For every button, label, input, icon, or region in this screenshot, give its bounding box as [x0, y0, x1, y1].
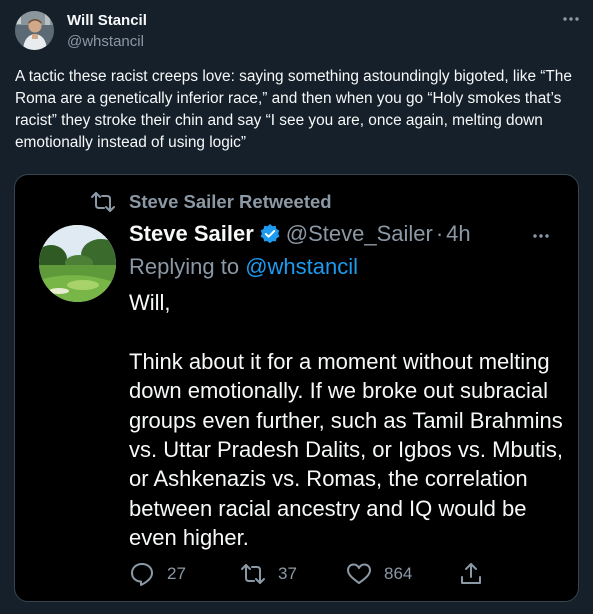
replying-to-handle[interactable]: @whstancil	[245, 254, 358, 279]
quoted-header: Steve Sailer @Steve_Sailer · 4h	[129, 221, 471, 247]
retweet-icon	[241, 564, 265, 584]
reply-icon	[131, 563, 153, 586]
quoted-timestamp[interactable]: 4h	[446, 221, 470, 247]
like-count: 864	[384, 564, 413, 583]
replying-to-prefix: Replying to	[129, 254, 240, 279]
quoted-avatar-image	[39, 225, 116, 302]
tweet-text: A tactic these racist creeps love: sayin…	[15, 68, 572, 151]
author-avatar[interactable]	[15, 11, 54, 50]
quoted-more-options-icon[interactable]	[530, 225, 552, 247]
author-handle[interactable]: @whstancil	[67, 33, 144, 50]
retweet-count: 37	[278, 564, 297, 583]
reply-button[interactable]: 27	[129, 561, 186, 587]
like-button[interactable]: 864	[346, 561, 412, 587]
more-options-icon[interactable]	[560, 8, 582, 30]
quoted-tweet-text: Will, Think about it for a moment withou…	[129, 290, 564, 551]
author-name[interactable]: Will Stancil	[67, 12, 147, 29]
share-icon	[461, 563, 481, 584]
heart-icon	[347, 563, 371, 584]
verified-badge-icon	[259, 223, 281, 245]
quoted-author-avatar[interactable]	[39, 225, 116, 302]
quoted-author-name[interactable]: Steve Sailer	[129, 221, 254, 247]
quoted-separator: ·	[435, 221, 444, 246]
reply-count: 27	[167, 564, 186, 583]
tweet: Will Stancil @whstancil A tactic these r…	[0, 0, 593, 614]
share-button[interactable]	[458, 561, 496, 587]
author-avatar-image	[15, 11, 54, 50]
quoted-author-handle[interactable]: @Steve_Sailer	[286, 221, 433, 247]
replying-to-line: Replying to @whstancil	[129, 254, 358, 280]
quoted-tweet-card[interactable]: Steve Sailer Retweeted Steve Sailer @Ste…	[14, 174, 579, 602]
retweeted-by-label[interactable]: Steve Sailer Retweeted	[129, 191, 332, 213]
quoted-action-bar: 27 37 864	[15, 561, 580, 589]
retweet-icon	[91, 192, 115, 212]
retweet-button[interactable]: 37	[240, 561, 297, 587]
